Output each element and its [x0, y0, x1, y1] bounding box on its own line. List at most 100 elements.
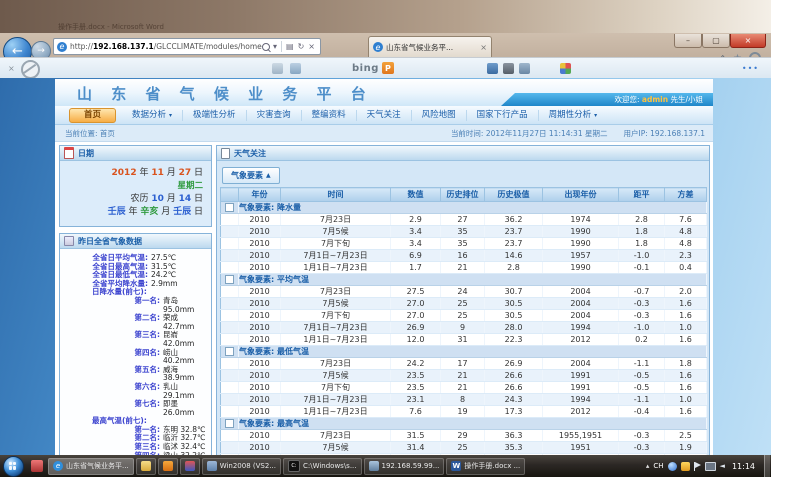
table-cell: 1994 [543, 394, 619, 406]
network-icon[interactable] [705, 462, 716, 471]
address-bar[interactable]: e http://192.168.137.1/GLCCLIMATE/module… [53, 38, 321, 55]
grid-logo-icon[interactable] [560, 63, 571, 74]
table-cell: 2012 [543, 406, 619, 418]
table-cell: 21 [441, 382, 485, 394]
table-cell: 2004 [543, 286, 619, 298]
table-cell: 21 [441, 262, 485, 274]
table-cell: 1990 [543, 226, 619, 238]
nav-item-3[interactable]: 灾害查询 [246, 110, 301, 121]
table-cell: -0.3 [619, 442, 665, 454]
overflow-dots[interactable]: ••• [742, 64, 759, 73]
pinned-app-icon[interactable] [31, 460, 43, 472]
taskbar-button-win[interactable]: Win2008 (VS2... [202, 458, 281, 475]
table-cell: 2010 [239, 382, 281, 394]
addon-icon[interactable] [503, 63, 514, 74]
rank-row: 第六名:乳山 29.1mm [62, 383, 206, 400]
table-cell: 2010 [239, 262, 281, 274]
nav-item-0[interactable]: 首页 [69, 108, 116, 123]
element-filter-label: 气象要素 [231, 170, 263, 181]
tab-close-icon[interactable]: × [480, 43, 487, 52]
row-select-cell [221, 394, 239, 406]
page-title: 山 东 省 气 候 业 务 平 台 [77, 83, 373, 104]
table-row: 20107月1日~7月23日26.9928.01994-1.01.0 [221, 322, 707, 334]
volume-icon[interactable]: ◄ [720, 462, 725, 470]
nav-item-1[interactable]: 数据分析▾ [122, 110, 182, 121]
taskbar-button-ie[interactable]: e山东省气候业务平... [48, 458, 134, 475]
taskbar-button-orange[interactable] [158, 458, 178, 475]
maximize-button[interactable]: ▢ [702, 34, 730, 48]
table-cell: 27.0 [391, 298, 441, 310]
start-button[interactable] [3, 456, 24, 477]
taskbar-button-red[interactable] [180, 458, 200, 475]
table-cell: 1.6 [665, 370, 707, 382]
table-row: 20107月5候23.52126.61991-0.51.6 [221, 370, 707, 382]
compatibility-view-icon[interactable]: ▤ [286, 42, 294, 51]
taskbar-button-word[interactable]: W操作手册.docx ... [446, 458, 525, 475]
taskbar-button-cmd[interactable]: C:C:\Windows\s... [283, 458, 362, 475]
column-header: 历史排位 [441, 188, 485, 202]
minimize-button[interactable]: – [674, 34, 702, 48]
nav-item-7[interactable]: 国家下行产品 [466, 110, 538, 121]
card-icon[interactable] [290, 63, 301, 74]
table-cell: 28.0 [485, 322, 543, 334]
chevron-down-icon: ▾ [594, 112, 597, 119]
table-cell: 23.7 [485, 226, 543, 238]
browser-tab[interactable]: e 山东省气候业务平... × [368, 36, 492, 57]
sidebar: 日期 2012 年 11 月 27 日 星期二 农历 10 月 14 日 壬辰 … [59, 145, 212, 455]
table-cell: 14.6 [485, 250, 543, 262]
table-cell: 26.9 [485, 358, 543, 370]
nav-item-5[interactable]: 天气关注 [356, 110, 411, 121]
taskbar-button-label: C:\Windows\s... [303, 462, 357, 470]
section-checkbox[interactable] [225, 419, 234, 428]
toolbar-close-icon[interactable]: × [8, 64, 15, 73]
close-button[interactable]: × [730, 34, 766, 48]
search-dropdown-caret[interactable]: ▾ [273, 42, 277, 51]
table-cell: 17.3 [485, 406, 543, 418]
taskbar-button-folder[interactable] [136, 458, 156, 475]
ime-icon[interactable] [668, 462, 677, 471]
bing-box-icon[interactable]: P [382, 62, 394, 74]
browser-command-bar: × bing P ••• [0, 57, 771, 79]
table-cell: 1990 [543, 238, 619, 250]
mail-icon[interactable] [272, 63, 283, 74]
language-indicator[interactable]: CH [653, 462, 663, 470]
nav-item-4[interactable]: 整编资料 [301, 110, 356, 121]
table-cell: 2.0 [665, 286, 707, 298]
nav-item-6[interactable]: 风险地图 [411, 110, 466, 121]
lunar-date: 农历 10 月 14 日 [68, 193, 203, 206]
background-window-title: 操作手册.docx - Microsoft Word [58, 22, 164, 32]
table-cell: 27 [441, 214, 485, 226]
table-cell: -0.5 [619, 382, 665, 394]
windows-logo-icon [9, 462, 17, 470]
table-cell: 1.7 [391, 262, 441, 274]
section-checkbox[interactable] [225, 347, 234, 356]
update-icon[interactable] [681, 462, 690, 471]
disabled-addon-icon[interactable] [21, 60, 40, 79]
element-filter-button[interactable]: 气象要素 ▲ [222, 167, 280, 184]
stop-icon[interactable]: × [308, 42, 315, 51]
action-center-flag-icon[interactable] [694, 462, 701, 471]
nav-item-8[interactable]: 周期性分析▾ [538, 110, 608, 121]
search-icon[interactable] [262, 43, 270, 51]
column-header: 数值 [391, 188, 441, 202]
compass-icon[interactable] [519, 63, 530, 74]
section-checkbox[interactable] [225, 203, 234, 212]
table-cell: 7月1日~7月23日 [281, 250, 391, 262]
table-cell: 1.9 [665, 442, 707, 454]
url-text[interactable]: http://192.168.137.1/GLCCLIMATE/modules/… [70, 42, 262, 51]
section-header-row: 气象要素: 最低气温 [221, 346, 707, 358]
section-checkbox[interactable] [225, 275, 234, 284]
bing-bar[interactable]: bing P [352, 62, 394, 74]
nav-item-2[interactable]: 极端性分析 [182, 110, 246, 121]
camera-icon[interactable] [487, 63, 498, 74]
hidden-icons-chevron[interactable]: ▴ [646, 462, 650, 470]
row-select-cell [221, 334, 239, 346]
show-desktop-button[interactable] [764, 455, 770, 477]
bing-logo[interactable]: bing [352, 63, 379, 74]
row-select-cell [221, 430, 239, 442]
taskbar-button-remote[interactable]: 192.168.59.99... [364, 458, 445, 475]
rank-label: 第二名: [62, 314, 160, 331]
taskbar-clock[interactable]: 11:14 [732, 462, 755, 471]
refresh-icon[interactable]: ↻ [298, 42, 305, 51]
table-row: 20107月1日~7月23日23.1824.31994-1.11.0 [221, 394, 707, 406]
